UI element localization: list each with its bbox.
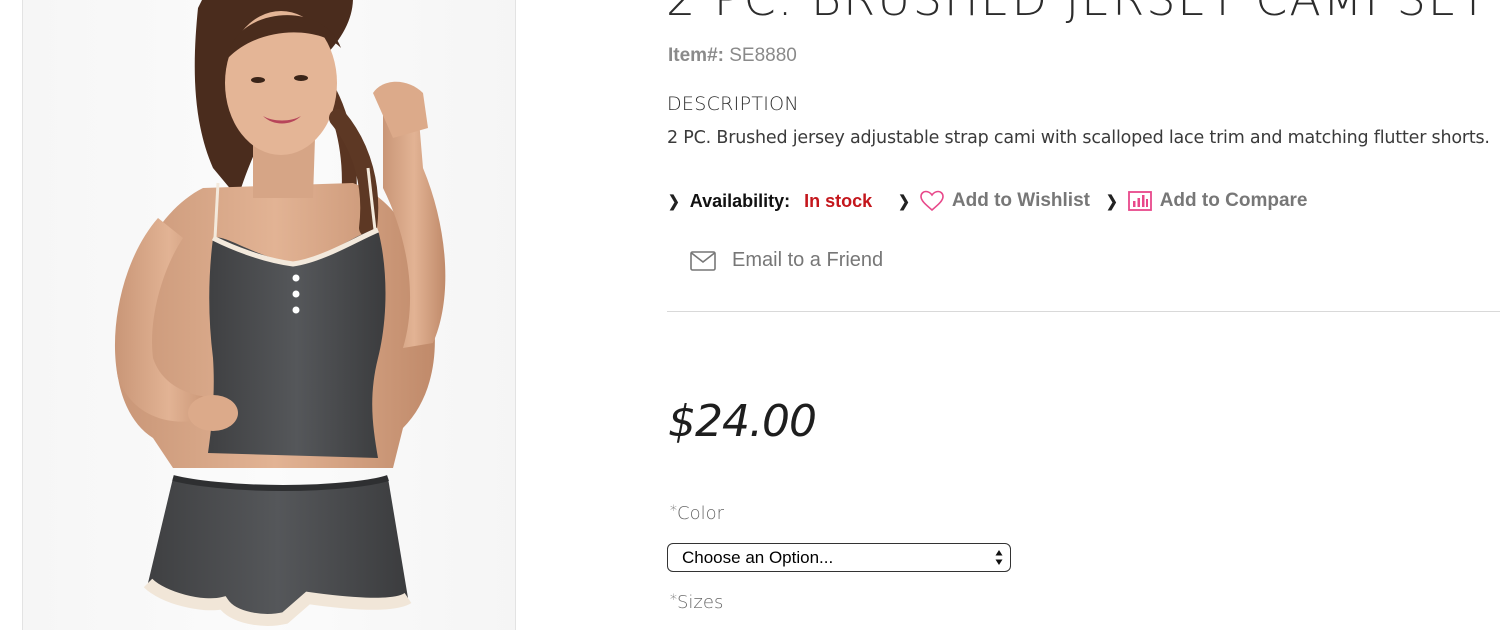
product-image[interactable] <box>22 0 516 630</box>
required-marker: * <box>670 503 677 519</box>
chevron-right-icon: ❯ <box>1105 191 1118 210</box>
add-to-wishlist-link[interactable]: Add to Wishlist <box>920 190 1090 212</box>
item-number-value: SE8880 <box>729 45 797 66</box>
item-number-label: Item#: <box>668 45 724 66</box>
color-select[interactable]: Choose an Option... <box>667 543 1011 572</box>
email-to-friend-link[interactable]: Email to a Friend <box>690 249 883 272</box>
envelope-icon <box>690 250 716 271</box>
select-arrows-icon <box>995 550 1003 565</box>
product-meta-row: ❯ Availability: In stock ❯ Add to Wishli… <box>668 187 1323 215</box>
add-to-wishlist-label: Add to Wishlist <box>951 190 1090 211</box>
chevron-right-icon: ❯ <box>668 191 680 210</box>
email-to-friend-label: Email to a Friend <box>732 249 884 271</box>
item-number: Item#: SE8880 <box>668 45 797 67</box>
required-marker: * <box>670 592 677 608</box>
model-photo <box>114 0 446 626</box>
color-label-text: Color <box>677 503 724 524</box>
heart-icon <box>920 190 944 212</box>
product-title: 2 PC. BRUSHED JERSEY CAMI SET <box>666 0 1489 26</box>
color-option-label: *Color <box>670 503 724 524</box>
color-select-value: Choose an Option... <box>682 547 834 567</box>
sizes-label-text: Sizes <box>677 592 724 613</box>
section-divider <box>667 311 1500 312</box>
sizes-option-label: *Sizes <box>670 592 723 613</box>
add-to-compare-link[interactable]: Add to Compare <box>1127 190 1308 212</box>
description-heading: DESCRIPTION <box>667 93 799 115</box>
product-price: $24.00 <box>668 396 817 447</box>
availability-label: Availability: <box>689 190 791 211</box>
availability-status: In stock <box>804 190 873 211</box>
bar-chart-icon <box>1127 191 1152 211</box>
add-to-compare-label: Add to Compare <box>1159 190 1308 211</box>
description-text: 2 PC. Brushed jersey adjustable strap ca… <box>667 128 1490 148</box>
chevron-right-icon: ❯ <box>898 191 910 210</box>
